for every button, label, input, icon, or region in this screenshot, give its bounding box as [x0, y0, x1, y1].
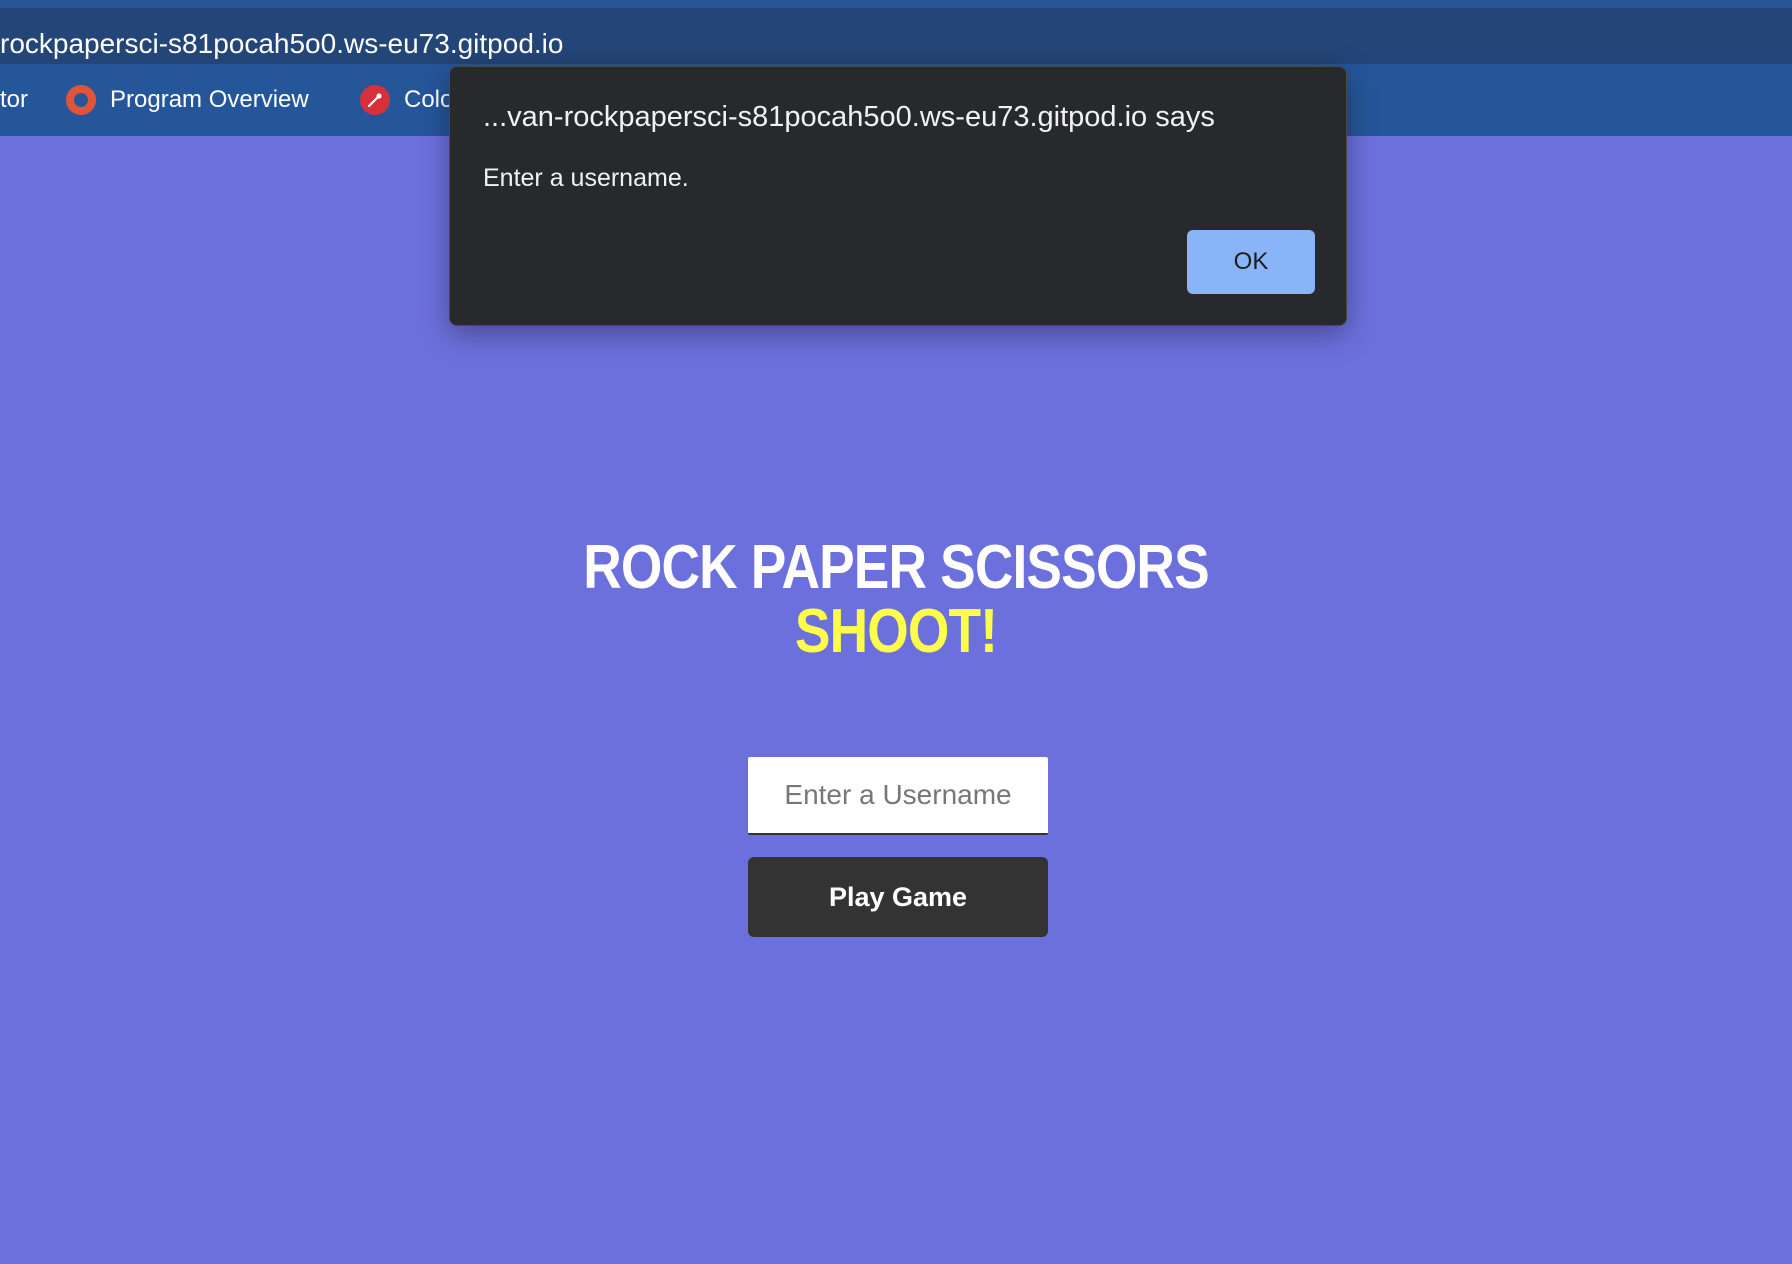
username-input[interactable]	[748, 757, 1048, 835]
ok-button[interactable]: OK	[1187, 230, 1315, 294]
browser-top-strip	[0, 0, 1792, 8]
ring-icon	[66, 85, 96, 115]
address-url[interactable]: rockpapersci-s81pocah5o0.ws-eu73.gitpod.…	[0, 24, 563, 64]
bookmark-label: tor	[0, 86, 29, 113]
bookmark-label: Program Overview	[110, 86, 309, 113]
game-title: ROCK PAPER SCISSORS	[583, 533, 1209, 602]
alert-dialog: ...van-rockpapersci-s81pocah5o0.ws-eu73.…	[449, 66, 1347, 326]
bookmark-item-color[interactable]: Colo	[360, 82, 453, 118]
bookmark-item-tor[interactable]: tor	[0, 82, 28, 118]
browser-address-bar[interactable]: rockpapersci-s81pocah5o0.ws-eu73.gitpod.…	[0, 8, 1792, 64]
dialog-title: ...van-rockpapersci-s81pocah5o0.ws-eu73.…	[483, 101, 1215, 133]
bookmark-label: Colo	[404, 86, 454, 113]
dialog-message: Enter a username.	[483, 164, 689, 192]
game-subtitle: SHOOT!	[794, 597, 998, 666]
color-picker-icon	[360, 85, 390, 115]
bookmark-item-program-overview[interactable]: Program Overview	[66, 82, 309, 118]
play-game-button[interactable]: Play Game	[748, 857, 1048, 937]
